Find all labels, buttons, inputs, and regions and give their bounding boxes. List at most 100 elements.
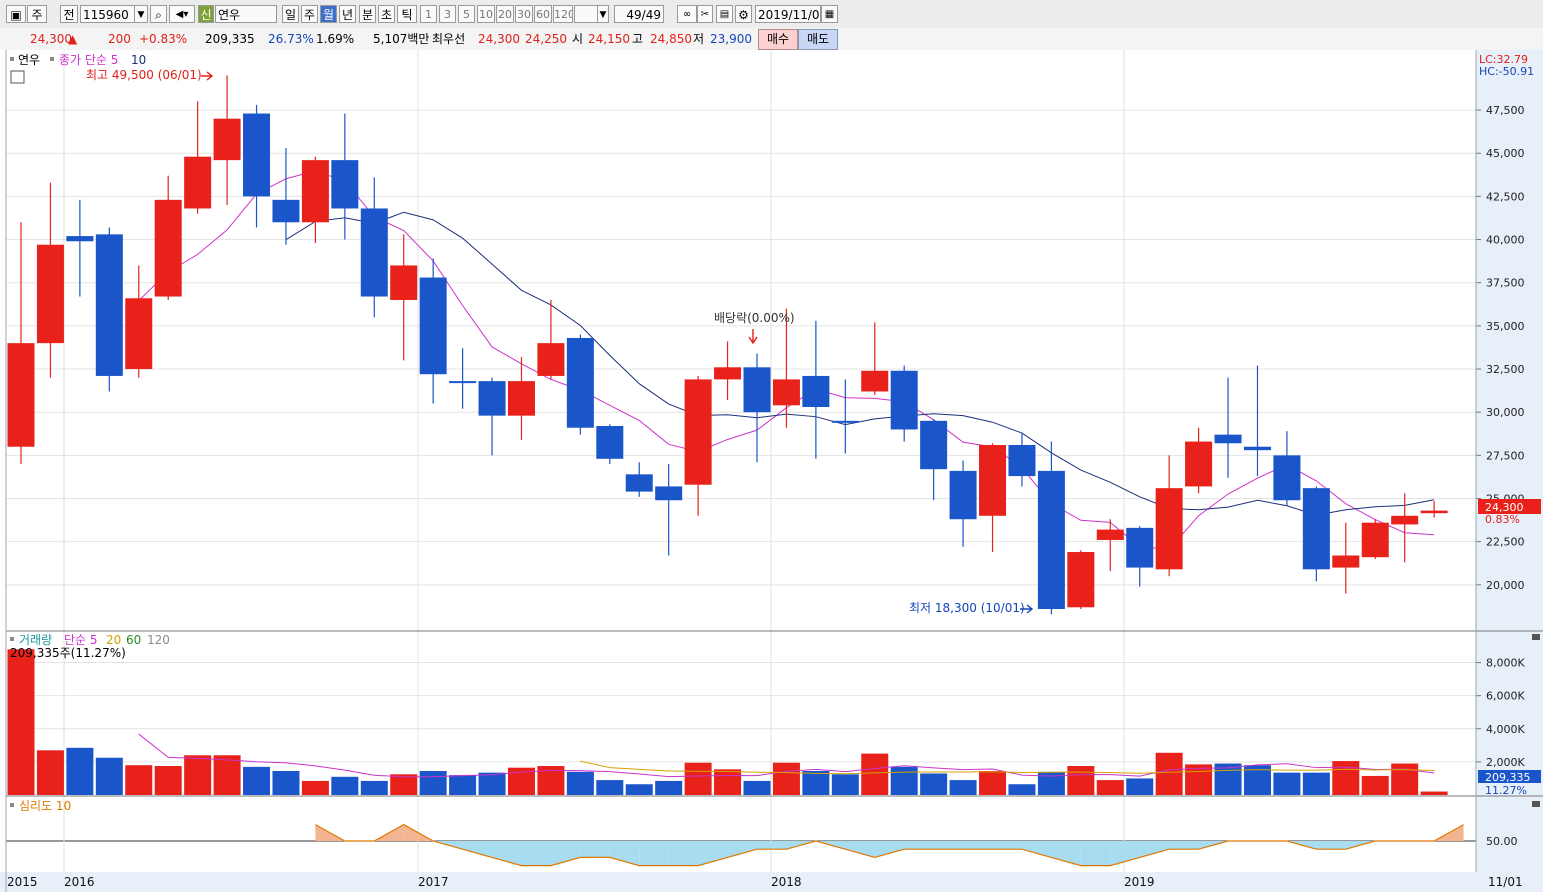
interval-1[interactable]: 1 [420,5,437,23]
x-axis-label: 2019 [1124,875,1155,889]
period-button-tick[interactable]: 틱 [397,5,417,23]
volume-bar [1332,761,1360,795]
scissors-icon[interactable]: ✂ [697,5,713,23]
volume-bar [7,649,35,795]
period-button-year[interactable]: 년 [339,5,356,23]
count-field[interactable]: 49/49 [614,5,664,23]
candle-body [566,337,594,428]
ratio-value: 1.69% [316,32,355,46]
period-main-select[interactable]: 주 [27,5,47,23]
volume-bar [66,747,94,795]
psy-fill-segment [904,841,934,850]
volume-bar [243,766,271,795]
candle-body [36,244,64,344]
candle-body [184,156,212,209]
x-axis-label: 2017 [418,875,449,889]
volume-bar [95,757,123,795]
volume-bar [743,780,771,795]
date-input[interactable]: 2019/11/01 [755,5,821,23]
candle-body [507,381,535,416]
candle-body [772,379,800,406]
table-icon[interactable] [10,70,25,84]
interval-dropdown-icon[interactable]: ▼ [597,5,609,23]
candle-body [419,277,447,375]
turnover-rate: 26.73% [268,32,314,46]
volume-legend-ma120: 120 [147,633,170,647]
volume-bar [184,755,212,795]
search-icon[interactable]: ⌕ [150,5,167,23]
candle-body [301,160,329,223]
stock-name-field[interactable]: 연우 [215,5,277,23]
candle-body [1332,555,1360,568]
window-icon[interactable]: ▣ [6,5,26,23]
interval-5[interactable]: 5 [458,5,475,23]
volume-tick-label: 6,000K [1486,690,1525,703]
hc-label: HC:-50.91 [1479,65,1534,78]
interval-custom-input[interactable] [574,5,598,23]
candle-body [743,367,771,413]
interval-30[interactable]: 30 [515,5,533,23]
all-toggle[interactable]: 전 [60,5,78,23]
volume-bar [1096,780,1124,795]
stock-chart[interactable]: 20,00022,50025,00027,50030,00032,50035,0… [0,50,1543,892]
volume-bar [920,773,948,795]
volume-tick-label: 8,000K [1486,657,1525,670]
high-annotation: 최고 49,500 (06/01) [86,68,202,82]
candle-body [1361,522,1389,558]
legend-square-icon [10,637,14,641]
period-button-day[interactable]: 일 [282,5,299,23]
code-dropdown-icon[interactable]: ▼ [134,5,148,23]
volume-bar [1008,784,1036,795]
dividend-annotation: 배당락(0.00%) [714,311,795,325]
calendar-icon[interactable]: ▦ [821,5,838,23]
volume-bar [331,776,359,795]
volume-bar [566,771,594,795]
volume-bar [1391,763,1419,795]
price-tick-label: 35,000 [1486,320,1525,333]
volume-bar [1273,772,1301,795]
psy-panel-maximize-icon[interactable] [1532,801,1540,807]
price-tick-label: 32,500 [1486,363,1525,376]
volume-legend-name: 거래량 [19,633,52,647]
interval-3[interactable]: 3 [439,5,456,23]
candle-body [920,420,948,470]
volume-panel-maximize-icon[interactable] [1532,634,1540,640]
interval-60[interactable]: 60 [534,5,552,23]
period-button-second[interactable]: 초 [378,5,395,23]
save-icon[interactable]: ▤ [716,5,733,23]
period-button-month[interactable]: 월 [320,5,337,23]
interval-120[interactable]: 120 [553,5,573,23]
volume-bar [1361,775,1389,795]
volume-bar [979,770,1007,795]
psy-fill-segment [963,841,993,850]
psy-fill-segment [521,841,551,866]
buy-button[interactable]: 매수 [758,29,798,50]
volume-bar [390,774,418,795]
volume-bar [1126,778,1154,795]
candle-body [360,208,388,297]
volume-legend-ma5: 단순 5 [64,633,98,647]
period-button-week[interactable]: 주 [301,5,318,23]
candle-body [802,375,830,408]
candle-body [449,381,477,384]
period-button-minute[interactable]: 분 [359,5,376,23]
candle-body [66,236,94,242]
price-tick-label: 40,000 [1486,234,1525,247]
x-axis-label: 2016 [64,875,95,889]
open-price: 24,150 [588,32,630,46]
interval-10[interactable]: 10 [477,5,495,23]
candle-body [1155,488,1183,570]
volume-bar [772,762,800,795]
price-tick-label: 20,000 [1486,579,1525,592]
candle-body [1420,510,1448,514]
volume-tick-label: 4,000K [1486,723,1525,736]
gear-icon[interactable]: ⚙ [735,5,752,23]
interval-20[interactable]: 20 [496,5,514,23]
volume-bar [831,774,859,795]
link-icon[interactable]: ∞ [677,5,697,23]
sell-button[interactable]: 매도 [798,29,838,50]
psy-fill-segment [1316,841,1346,850]
best-ask: 24,300 [478,32,520,46]
candle-body [625,474,653,492]
sound-icon[interactable]: ◀▾ [169,5,195,23]
